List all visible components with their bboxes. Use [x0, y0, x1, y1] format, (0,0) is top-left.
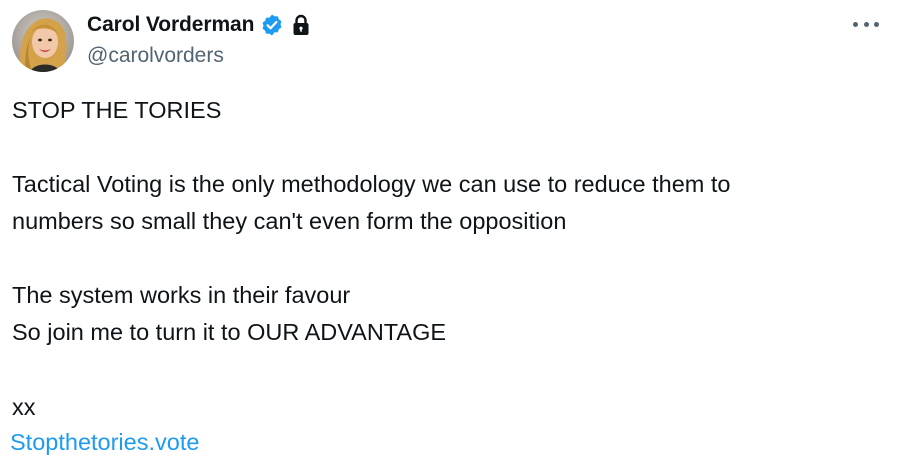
more-dot	[863, 21, 869, 27]
more-dot	[874, 21, 879, 27]
more-dot	[853, 21, 858, 27]
author-name-row: Carol Vorderman	[87, 12, 312, 38]
more-options-icon[interactable]	[853, 14, 879, 34]
tweet-text-line: numbers so small they can't even form th…	[12, 208, 567, 234]
author-handle[interactable]: @carolvorders	[87, 44, 224, 68]
tweet-card: Carol Vorderman @carolvorders STOP THE T…	[0, 0, 900, 474]
tweet-text-line: Tactical Voting is the only methodology …	[12, 171, 731, 197]
tweet-text-line: The system works in their favour	[12, 282, 351, 308]
lock-icon	[290, 13, 312, 37]
avatar[interactable]	[12, 10, 74, 72]
display-name[interactable]: Carol Vorderman	[87, 13, 254, 37]
profile-photo	[12, 10, 74, 72]
tweet-text-line: xx	[12, 394, 36, 420]
tweet-link[interactable]: Stopthetories.vote	[10, 429, 199, 456]
tweet-text-line: STOP THE TORIES	[12, 97, 222, 123]
tweet-text-line: So join me to turn it to OUR ADVANTAGE	[12, 319, 447, 345]
verified-badge-icon[interactable]	[260, 13, 284, 37]
